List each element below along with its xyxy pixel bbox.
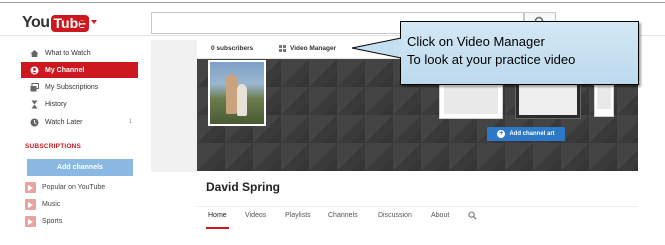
tab-channels[interactable]: Channels (328, 212, 358, 219)
subscriptions-heading: SUBSCRIPTIONS (25, 143, 82, 150)
hourglass-icon (29, 99, 39, 109)
subscription-item-sports[interactable]: Sports (25, 213, 135, 229)
channel-tabs: Home Videos Playlists Channels Discussio… (197, 206, 638, 229)
video-manager-link[interactable]: Video Manager (279, 45, 336, 52)
sidebar-item-history[interactable]: History (21, 96, 138, 112)
subscription-label: Music (42, 200, 61, 208)
grid-icon (279, 45, 286, 52)
active-tab-indicator (206, 227, 229, 229)
add-channels-button[interactable]: Add channels (27, 159, 133, 176)
tab-playlists[interactable]: Playlists (285, 212, 311, 219)
sidebar-item-label: Watch Later (45, 118, 83, 126)
logo-you-text: You (22, 14, 50, 31)
sports-icon (25, 215, 36, 227)
headphones-icon (25, 198, 36, 210)
sidebar-item-what-to-watch[interactable]: What to Watch (21, 45, 138, 61)
sidebar-item-my-channel[interactable]: My Channel (21, 62, 138, 78)
subscription-label: Popular on YouTube (42, 183, 106, 191)
watch-later-count: 1 (128, 119, 132, 125)
tab-discussion[interactable]: Discussion (378, 212, 412, 219)
home-icon (29, 48, 39, 58)
add-channel-art-button[interactable]: + Add channel art (487, 127, 565, 141)
tab-home[interactable]: Home (208, 212, 227, 219)
sidebar-item-watch-later[interactable]: Watch Later 1 (21, 114, 138, 130)
subscription-item-music[interactable]: Music (25, 196, 135, 212)
sidebar-item-label: My Channel (45, 66, 85, 74)
subscription-label: Sports (42, 217, 63, 225)
guide-sidebar: What to Watch My Channel My Subscription… (21, 40, 139, 245)
tab-videos[interactable]: Videos (245, 212, 266, 219)
channel-left-gutter (151, 40, 197, 172)
add-channel-art-label: Add channel art (509, 131, 555, 137)
subscription-item-popular[interactable]: Popular on YouTube (25, 179, 135, 195)
sidebar-item-label: What to Watch (45, 49, 91, 57)
sidebar-item-my-subscriptions[interactable]: My Subscriptions (21, 79, 138, 95)
video-manager-label: Video Manager (290, 45, 337, 52)
guide-menu-icon[interactable] (80, 17, 98, 29)
callout-line-1: Click on Video Manager (407, 34, 545, 49)
subscriber-count: 0 subscribers (211, 45, 254, 52)
instruction-callout: Click on Video Manager To look at your p… (400, 21, 639, 85)
tablet-illustration (439, 81, 503, 119)
top-border (0, 2, 665, 3)
sidebar-item-label: My Subscriptions (45, 83, 99, 91)
sidebar-item-label: History (45, 100, 67, 108)
channel-search-icon[interactable] (468, 211, 477, 220)
play-icon (25, 181, 36, 193)
tab-about[interactable]: About (431, 212, 449, 219)
plus-icon: + (497, 130, 506, 138)
user-circle-icon (29, 65, 39, 75)
channel-title: David Spring (206, 180, 281, 194)
youtube-logo[interactable]: You Tube (22, 14, 89, 32)
clock-icon (29, 117, 39, 127)
callout-line-2: To look at your practice video (407, 52, 576, 67)
subscriptions-icon (29, 82, 39, 92)
channel-avatar[interactable] (208, 60, 266, 126)
